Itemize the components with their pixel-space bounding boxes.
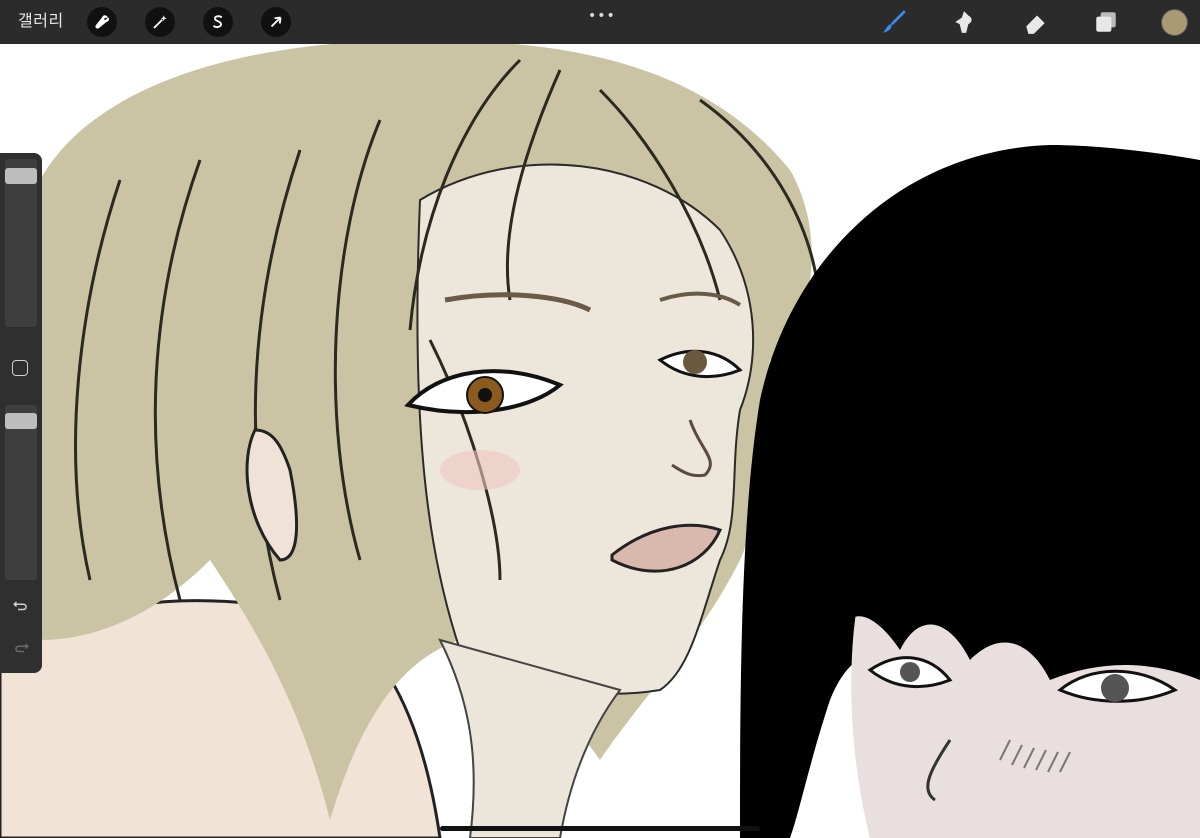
smudge-icon — [955, 11, 972, 33]
redo-icon — [15, 643, 29, 653]
transform-button[interactable] — [261, 7, 291, 37]
eraser-tool-button[interactable] — [1022, 8, 1050, 36]
home-indicator[interactable] — [440, 826, 760, 831]
brush-tool-button[interactable] — [880, 8, 908, 36]
smudge-tool-button[interactable] — [950, 8, 978, 36]
wrench-icon — [95, 15, 109, 29]
drawing-canvas[interactable] — [0, 0, 1200, 838]
selection-button[interactable] — [203, 7, 233, 37]
blonde-blush — [440, 450, 520, 490]
layers-button[interactable] — [1092, 8, 1120, 36]
brush-icon — [883, 10, 906, 33]
brush-size-thumb[interactable] — [5, 168, 37, 185]
adjustments-button[interactable] — [145, 7, 175, 37]
more-options-button[interactable]: ••• — [588, 8, 616, 24]
opacity-slider[interactable] — [5, 405, 37, 580]
redo-button[interactable] — [9, 637, 33, 657]
color-picker-button[interactable] — [1161, 9, 1188, 36]
brush-size-slider[interactable] — [5, 159, 37, 327]
square-icon[interactable] — [12, 360, 28, 376]
top-toolbar: 갤러리 ••• — [0, 0, 1200, 44]
gallery-button[interactable]: 갤러리 — [18, 10, 64, 32]
layers-icon — [1096, 12, 1116, 32]
left-sidebar — [0, 153, 42, 673]
magic-wand-icon — [153, 15, 167, 29]
selection-s-icon — [212, 15, 223, 28]
actions-button[interactable] — [87, 7, 117, 37]
undo-icon — [13, 601, 27, 611]
opacity-thumb[interactable] — [5, 412, 37, 429]
arrow-cursor-icon — [270, 16, 282, 28]
undo-button[interactable] — [9, 595, 33, 615]
eraser-icon — [1026, 15, 1045, 34]
